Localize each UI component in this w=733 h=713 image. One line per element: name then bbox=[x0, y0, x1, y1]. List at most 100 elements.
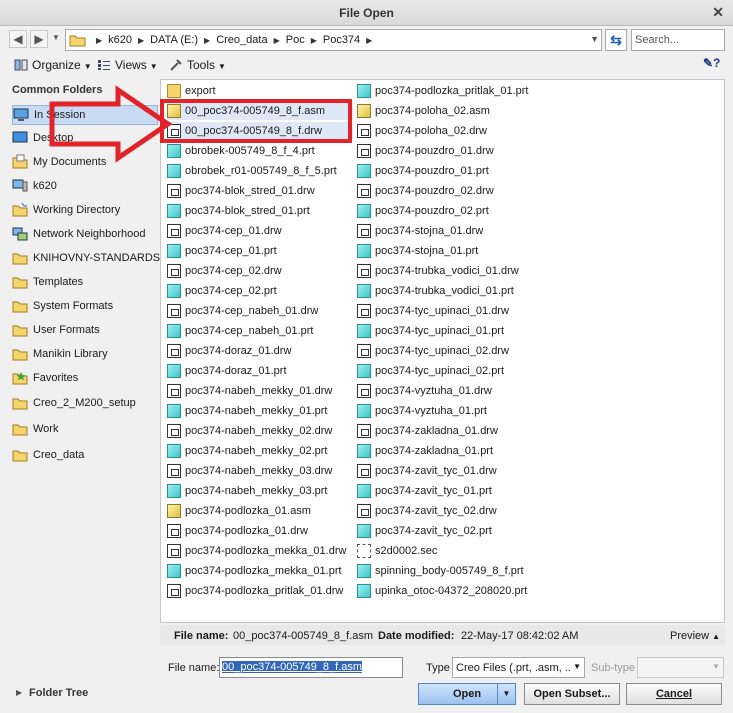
file-item[interactable]: poc374-cep_01.prt bbox=[167, 242, 353, 260]
breadcrumb-item[interactable]: Poc bbox=[286, 34, 305, 46]
file-item[interactable]: upinka_otoc-04372_208020.prt bbox=[357, 582, 543, 600]
sidebar-item-working-directory[interactable]: Working Directory bbox=[12, 201, 158, 221]
breadcrumb-item[interactable]: DATA (E:) bbox=[150, 34, 198, 46]
breadcrumb-separator-icon[interactable]: ▶ bbox=[204, 36, 210, 45]
file-item[interactable]: poc374-pouzdro_01.prt bbox=[357, 162, 543, 180]
sidebar-item-user-formats[interactable]: User Formats bbox=[12, 321, 158, 341]
file-item[interactable]: poc374-doraz_01.prt bbox=[167, 362, 353, 380]
file-list[interactable]: export 00_poc374-005749_8_f.asm 00_poc374-… bbox=[160, 79, 725, 623]
type-select[interactable]: Creo Files (.prt, .asm, .. ▼ bbox=[452, 657, 585, 678]
file-item[interactable]: poc374-podlozka_mekka_01.drw bbox=[167, 542, 353, 560]
file-item[interactable]: poc374-blok_stred_01.prt bbox=[167, 202, 353, 220]
sidebar-item-templates[interactable]: Templates bbox=[12, 273, 158, 293]
file-item[interactable]: poc374-poloha_02.asm bbox=[357, 102, 543, 120]
file-item[interactable]: poc374-stojna_01.prt bbox=[357, 242, 543, 260]
close-icon[interactable]: ✕ bbox=[712, 4, 724, 21]
history-dropdown-icon[interactable]: ▼ bbox=[50, 30, 62, 48]
file-item[interactable]: poc374-tyc_upinaci_01.prt bbox=[357, 322, 543, 340]
breadcrumb-item[interactable]: k620 bbox=[108, 34, 132, 46]
file-item[interactable]: poc374-trubka_vodici_01.prt bbox=[357, 282, 543, 300]
file-item[interactable]: poc374-tyc_upinaci_02.drw bbox=[357, 342, 543, 360]
file-item[interactable]: obrobek-005749_8_f_4.prt bbox=[167, 142, 353, 160]
breadcrumb-item[interactable]: Poc374 bbox=[323, 34, 360, 46]
sidebar-item-network-neighborhood[interactable]: Network Neighborhood bbox=[12, 225, 158, 245]
file-item[interactable]: poc374-tyc_upinaci_01.drw bbox=[357, 302, 543, 320]
address-bar[interactable]: ▶ k620 ▶ DATA (E:) ▶ Creo_data ▶ Poc ▶ Poc374 ▶ ▼ bbox=[65, 29, 602, 51]
file-item[interactable]: obrobek_r01-005749_8_f_5.prt bbox=[167, 162, 353, 180]
folder-tree-toggle[interactable]: ▶ Folder Tree bbox=[6, 681, 158, 705]
refresh-icon[interactable]: ⇆ bbox=[605, 29, 627, 51]
tools-menu[interactable]: Tools ▼ bbox=[169, 58, 226, 72]
file-item[interactable]: poc374-cep_nabeh_01.prt bbox=[167, 322, 353, 340]
file-item[interactable]: poc374-nabeh_mekky_02.prt bbox=[167, 442, 353, 460]
address-dropdown-icon[interactable]: ▼ bbox=[590, 34, 599, 44]
file-item[interactable]: poc374-tyc_upinaci_02.prt bbox=[357, 362, 543, 380]
file-item[interactable]: poc374-cep_nabeh_01.drw bbox=[167, 302, 353, 320]
file-item[interactable]: poc374-cep_02.drw bbox=[167, 262, 353, 280]
file-item[interactable]: poc374-cep_01.drw bbox=[167, 222, 353, 240]
file-item[interactable]: poc374-nabeh_mekky_02.drw bbox=[167, 422, 353, 440]
sidebar-item-creo-2-m200-setup[interactable]: Creo_2_M200_setup bbox=[12, 394, 158, 414]
file-item[interactable]: poc374-doraz_01.drw bbox=[167, 342, 353, 360]
file-item[interactable]: poc374-podlozka_01.asm bbox=[167, 502, 353, 520]
file-item[interactable]: poc374-poloha_02.drw bbox=[357, 122, 543, 140]
file-item[interactable]: spinning_body-005749_8_f.prt bbox=[357, 562, 543, 580]
file-item[interactable]: poc374-zavit_tyc_02.drw bbox=[357, 502, 543, 520]
breadcrumb-separator-icon[interactable]: ▶ bbox=[96, 36, 102, 45]
file-item[interactable]: poc374-pouzdro_02.drw bbox=[357, 182, 543, 200]
open-options-icon[interactable]: ▼ bbox=[497, 684, 515, 704]
file-item[interactable]: poc374-nabeh_mekky_03.prt bbox=[167, 482, 353, 500]
search-input[interactable]: Search... bbox=[631, 29, 725, 51]
cancel-button[interactable]: Cancel bbox=[626, 683, 722, 705]
file-item[interactable]: export bbox=[167, 82, 353, 100]
file-item[interactable]: poc374-zakladna_01.drw bbox=[357, 422, 543, 440]
file-item[interactable]: poc374-zakladna_01.prt bbox=[357, 442, 543, 460]
preview-toggle[interactable]: Preview ▲ bbox=[670, 630, 720, 642]
file-item[interactable]: poc374-trubka_vodici_01.drw bbox=[357, 262, 543, 280]
breadcrumb-separator-icon[interactable]: ▶ bbox=[311, 36, 317, 45]
file-item[interactable]: poc374-podlozka_pritlak_01.prt bbox=[357, 82, 543, 100]
sidebar-item-in-session[interactable]: In Session bbox=[12, 105, 158, 125]
file-item[interactable]: poc374-podlozka_mekka_01.prt bbox=[167, 562, 353, 580]
forward-button[interactable]: ▶ bbox=[30, 30, 48, 48]
breadcrumb-separator-icon[interactable]: ▶ bbox=[366, 36, 372, 45]
file-item[interactable]: poc374-nabeh_mekky_03.drw bbox=[167, 462, 353, 480]
file-item[interactable]: poc374-zavit_tyc_02.prt bbox=[357, 522, 543, 540]
breadcrumb-separator-icon[interactable]: ▶ bbox=[138, 36, 144, 45]
sidebar-item-desktop[interactable]: Desktop bbox=[12, 129, 158, 149]
file-item[interactable]: poc374-podlozka_pritlak_01.drw bbox=[167, 582, 353, 600]
sidebar-item-system-formats[interactable]: System Formats bbox=[12, 297, 158, 317]
organize-menu[interactable]: Organize ▼ bbox=[14, 58, 92, 72]
file-item[interactable]: 00_poc374-005749_8_f.drw bbox=[167, 122, 353, 140]
file-item[interactable]: 00_poc374-005749_8_f.asm bbox=[167, 102, 353, 120]
help-icon[interactable]: ✎? bbox=[703, 56, 720, 70]
sidebar-item-k620[interactable]: k620 bbox=[12, 177, 158, 197]
filename-input[interactable]: 00_poc374-005749_8_f.asm bbox=[219, 657, 403, 678]
sidebar-item-work[interactable]: Work bbox=[12, 420, 158, 440]
file-item[interactable]: poc374-pouzdro_01.drw bbox=[357, 142, 543, 160]
file-item[interactable]: poc374-vyztuha_01.prt bbox=[357, 402, 543, 420]
file-item[interactable]: poc374-nabeh_mekky_01.drw bbox=[167, 382, 353, 400]
sidebar-item-my-documents[interactable]: My Documents bbox=[12, 153, 158, 173]
file-item[interactable]: poc374-blok_stred_01.drw bbox=[167, 182, 353, 200]
open-subset-button[interactable]: Open Subset... bbox=[524, 683, 620, 705]
open-button[interactable]: Open ▼ bbox=[418, 683, 516, 705]
file-item[interactable]: poc374-podlozka_01.drw bbox=[167, 522, 353, 540]
file-item[interactable]: poc374-pouzdro_02.prt bbox=[357, 202, 543, 220]
file-item[interactable]: poc374-cep_02.prt bbox=[167, 282, 353, 300]
file-item[interactable]: poc374-vyztuha_01.drw bbox=[357, 382, 543, 400]
file-item[interactable]: poc374-zavit_tyc_01.drw bbox=[357, 462, 543, 480]
views-menu[interactable]: Views ▼ bbox=[97, 58, 158, 72]
file-item[interactable]: poc374-stojna_01.drw bbox=[357, 222, 543, 240]
file-item[interactable]: s2d0002.sec bbox=[357, 542, 543, 560]
breadcrumb-item[interactable]: Creo_data bbox=[216, 34, 267, 46]
sidebar-item-creo-data[interactable]: Creo_data bbox=[12, 446, 158, 466]
back-button[interactable]: ◀ bbox=[9, 30, 27, 48]
file-item[interactable]: poc374-zavit_tyc_01.prt bbox=[357, 482, 543, 500]
sidebar-item-favorites[interactable]: Favorites bbox=[12, 369, 158, 389]
sidebar-item-knihovny-standards[interactable]: KNIHOVNY-STANDARDS bbox=[12, 249, 160, 269]
file-item[interactable]: poc374-nabeh_mekky_01.prt bbox=[167, 402, 353, 420]
breadcrumb-separator-icon[interactable]: ▶ bbox=[274, 36, 280, 45]
sidebar-item-manikin-library[interactable]: Manikin Library bbox=[12, 345, 158, 365]
subtype-select[interactable]: ▼ bbox=[637, 657, 724, 678]
